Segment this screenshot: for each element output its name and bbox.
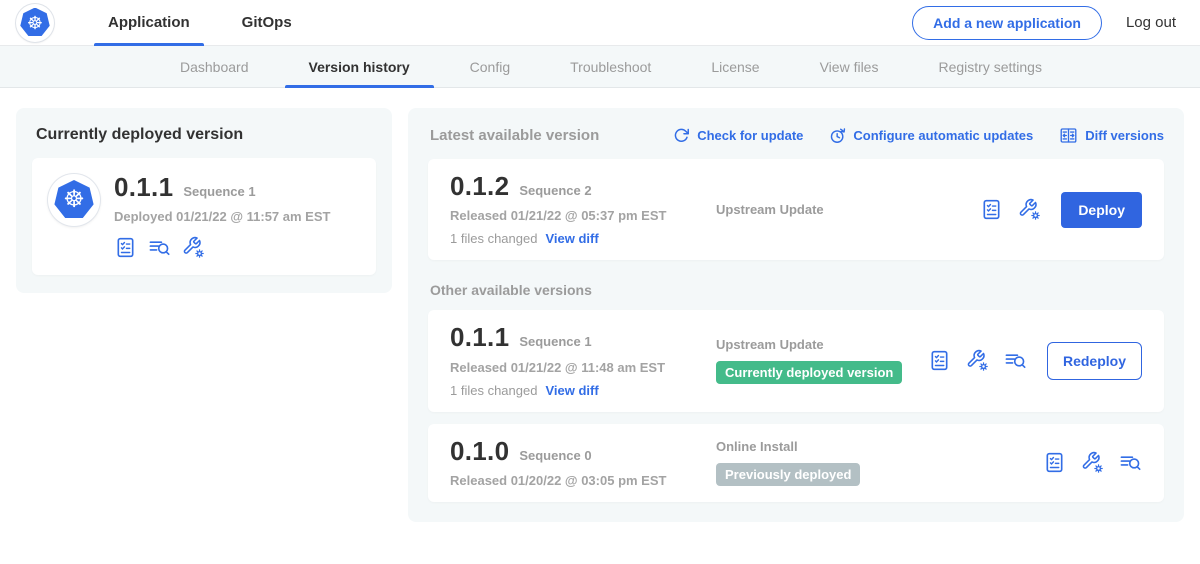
tab-config[interactable]: Config bbox=[440, 46, 540, 87]
tab-application[interactable]: Application bbox=[82, 0, 216, 46]
currently-deployed-badge: Currently deployed version bbox=[716, 361, 902, 384]
version-number: 0.1.1 bbox=[450, 324, 509, 351]
check-for-update-label: Check for update bbox=[697, 128, 803, 143]
diff-versions-link[interactable]: Diff versions bbox=[1059, 126, 1164, 145]
header-actions: Check for update Configure automatic upd… bbox=[673, 126, 1164, 145]
version-source-column: Online Install Previously deployed bbox=[700, 439, 1043, 486]
app-icon-badge: ☸ bbox=[48, 174, 100, 226]
released-date: Released 01/21/22 @ 11:48 am EST bbox=[450, 360, 700, 375]
tab-dashboard-label: Dashboard bbox=[180, 59, 249, 75]
version-actions: Deploy bbox=[980, 192, 1142, 228]
kubernetes-logo-icon: ☸ bbox=[54, 180, 94, 220]
tab-license-label: License bbox=[711, 59, 759, 75]
tab-version-history-label: Version history bbox=[309, 59, 410, 75]
logs-icon[interactable] bbox=[1119, 451, 1142, 474]
tab-gitops[interactable]: GitOps bbox=[216, 0, 318, 46]
previously-deployed-badge: Previously deployed bbox=[716, 463, 860, 486]
version-number: 0.1.2 bbox=[450, 173, 509, 200]
released-date: Released 01/21/22 @ 05:37 pm EST bbox=[450, 208, 700, 223]
release-notes-icon[interactable] bbox=[1043, 451, 1066, 474]
deploy-button[interactable]: Deploy bbox=[1061, 192, 1142, 228]
currently-deployed-panel: Currently deployed version ☸ 0.1.1 Seque… bbox=[16, 108, 392, 293]
version-card-0-1-1: 0.1.1 Sequence 1 Released 01/21/22 @ 11:… bbox=[428, 310, 1164, 411]
configure-automatic-updates-link[interactable]: Configure automatic updates bbox=[829, 127, 1033, 144]
sequence-label: Sequence 2 bbox=[519, 183, 591, 198]
version-source-column: Upstream Update Currently deployed versi… bbox=[700, 337, 928, 384]
logs-icon[interactable] bbox=[1004, 349, 1027, 372]
tab-dashboard[interactable]: Dashboard bbox=[150, 46, 279, 87]
diff-icon bbox=[1059, 126, 1078, 145]
app-logo: ☸ bbox=[16, 4, 54, 42]
available-versions-panel: Latest available version Check for updat… bbox=[408, 108, 1184, 522]
tab-registry-settings-label: Registry settings bbox=[938, 59, 1041, 75]
diff-versions-label: Diff versions bbox=[1085, 128, 1164, 143]
files-changed-label: 1 files changed bbox=[450, 231, 537, 246]
version-info: 0.1.0 Sequence 0 Released 01/20/22 @ 03:… bbox=[450, 438, 700, 488]
logs-icon[interactable] bbox=[148, 236, 171, 259]
release-notes-icon[interactable] bbox=[114, 236, 137, 259]
version-number: 0.1.0 bbox=[450, 438, 509, 465]
deployed-version-card: ☸ 0.1.1 Sequence 1 Deployed 01/21/22 @ 1… bbox=[32, 158, 376, 275]
tab-troubleshoot-label: Troubleshoot bbox=[570, 59, 651, 75]
config-icon[interactable] bbox=[1081, 451, 1104, 474]
released-date: Released 01/20/22 @ 03:05 pm EST bbox=[450, 473, 700, 488]
check-for-update-link[interactable]: Check for update bbox=[673, 127, 803, 144]
sequence-label: Sequence 0 bbox=[519, 448, 591, 463]
version-source-column: Upstream Update bbox=[700, 202, 980, 217]
version-card-0-1-2: 0.1.2 Sequence 2 Released 01/21/22 @ 05:… bbox=[428, 159, 1164, 260]
top-nav-right: Add a new application Log out bbox=[912, 6, 1176, 40]
available-versions-header: Latest available version Check for updat… bbox=[430, 126, 1164, 145]
deployed-sequence-label: Sequence 1 bbox=[183, 184, 255, 199]
deployed-version-number: 0.1.1 bbox=[114, 174, 173, 201]
sequence-label: Sequence 1 bbox=[519, 334, 591, 349]
config-icon[interactable] bbox=[1018, 198, 1041, 221]
tab-gitops-label: GitOps bbox=[242, 14, 292, 31]
version-source-label: Upstream Update bbox=[716, 202, 980, 217]
deployed-date: Deployed 01/21/22 @ 11:57 am EST bbox=[114, 209, 330, 224]
schedule-icon bbox=[829, 127, 846, 144]
config-icon[interactable] bbox=[182, 236, 205, 259]
release-notes-icon[interactable] bbox=[980, 198, 1003, 221]
kubernetes-logo-icon: ☸ bbox=[20, 8, 50, 38]
tab-view-files[interactable]: View files bbox=[790, 46, 909, 87]
config-icon[interactable] bbox=[966, 349, 989, 372]
tab-troubleshoot[interactable]: Troubleshoot bbox=[540, 46, 681, 87]
tab-version-history[interactable]: Version history bbox=[279, 46, 440, 87]
active-subtab-underline bbox=[285, 85, 434, 88]
top-nav-tabs: Application GitOps bbox=[82, 0, 318, 46]
tab-config-label: Config bbox=[470, 59, 510, 75]
view-diff-link[interactable]: View diff bbox=[545, 231, 598, 246]
deployed-panel-title: Currently deployed version bbox=[36, 126, 376, 144]
redeploy-button[interactable]: Redeploy bbox=[1047, 342, 1142, 380]
tab-registry-settings[interactable]: Registry settings bbox=[908, 46, 1071, 87]
tab-license[interactable]: License bbox=[681, 46, 789, 87]
add-application-button[interactable]: Add a new application bbox=[912, 6, 1102, 40]
version-actions: Redeploy bbox=[928, 342, 1142, 380]
deployed-version-info: 0.1.1 Sequence 1 Deployed 01/21/22 @ 11:… bbox=[114, 174, 330, 259]
tab-application-label: Application bbox=[108, 14, 190, 31]
other-versions-title: Other available versions bbox=[430, 282, 1164, 298]
view-diff-link[interactable]: View diff bbox=[545, 383, 598, 398]
refresh-icon bbox=[673, 127, 690, 144]
version-actions bbox=[1043, 451, 1142, 474]
version-source-label: Online Install bbox=[716, 439, 1043, 454]
configure-updates-label: Configure automatic updates bbox=[853, 128, 1033, 143]
version-card-0-1-0: 0.1.0 Sequence 0 Released 01/20/22 @ 03:… bbox=[428, 424, 1164, 502]
deployed-action-icons bbox=[114, 236, 330, 259]
latest-version-title: Latest available version bbox=[430, 127, 599, 144]
version-info: 0.1.1 Sequence 1 Released 01/21/22 @ 11:… bbox=[450, 324, 700, 397]
tab-view-files-label: View files bbox=[820, 59, 879, 75]
app-sub-nav: Dashboard Version history Config Trouble… bbox=[0, 46, 1200, 88]
logout-link[interactable]: Log out bbox=[1126, 14, 1176, 31]
version-info: 0.1.2 Sequence 2 Released 01/21/22 @ 05:… bbox=[450, 173, 700, 246]
version-source-label: Upstream Update bbox=[716, 337, 928, 352]
release-notes-icon[interactable] bbox=[928, 349, 951, 372]
files-changed-label: 1 files changed bbox=[450, 383, 537, 398]
top-nav: ☸ Application GitOps Add a new applicati… bbox=[0, 0, 1200, 46]
main-content: Currently deployed version ☸ 0.1.1 Seque… bbox=[0, 88, 1200, 542]
